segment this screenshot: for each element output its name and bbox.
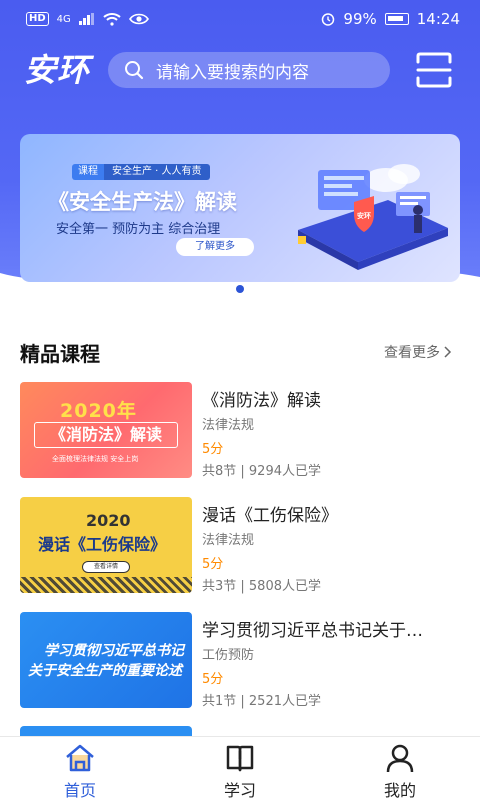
course-score: 5分	[202, 557, 224, 572]
thumb-line-1: 学习贯彻习近平总书记	[44, 643, 184, 659]
tab-study-label: 学习	[223, 781, 256, 800]
course-thumbnail-partial	[20, 726, 192, 736]
course-meta: 共3节 | 5808人已学	[202, 579, 321, 594]
tab-me-label: 我的	[383, 781, 416, 800]
user-icon	[386, 744, 414, 773]
thumb-year: 2020	[86, 511, 131, 530]
search-input[interactable]: 请输入要搜索的内容	[108, 52, 390, 88]
thumb-subtitle: 全面梳理法律法规 安全上岗	[52, 455, 139, 463]
search-icon	[125, 61, 144, 80]
course-thumbnail: 2020年 《消防法》解读 全面梳理法律法规 安全上岗	[20, 382, 192, 478]
thumb-stripes	[20, 577, 192, 593]
course-thumbnail: 学习贯彻习近平总书记 关于安全生产的重要论述	[20, 612, 192, 708]
battery-percent: 99%	[343, 10, 377, 28]
thumb-title: 漫话《工伤保险》	[38, 535, 167, 554]
banner-title: 《安全生产法》解读	[48, 190, 237, 214]
view-more-label: 查看更多	[384, 345, 440, 361]
signal-bars-icon	[78, 13, 94, 25]
course-item[interactable]: 2020 漫话《工伤保险》 查看详情 漫话《工伤保险》 法律法规 5分 共3节 …	[20, 497, 460, 594]
signal-indicator: 4G	[56, 13, 71, 25]
course-category: 法律法规	[202, 533, 255, 548]
banner-tag: 课程	[72, 164, 104, 180]
banner-shield-text: 安环	[357, 211, 371, 220]
course-item[interactable]: 学习贯彻习近平总书记 关于安全生产的重要论述 学习贯彻习近平总书记关于… 工伤预…	[20, 612, 460, 709]
scan-icon[interactable]	[414, 50, 454, 90]
tab-home[interactable]: 首页	[20, 737, 140, 800]
thumb-title: 《消防法》解读	[34, 422, 178, 448]
promo-banner[interactable]: 课程 安全生产 · 人人有责 《安全生产法》解读 安全第一 预防为主 综合治理 …	[20, 134, 460, 282]
course-score: 5分	[202, 442, 224, 457]
banner-tagline: 安全生产 · 人人有责	[104, 164, 210, 180]
course-title: 《消防法》解读	[202, 391, 321, 411]
course-meta: 共1节 | 2521人已学	[202, 694, 321, 709]
banner-subtitle: 安全第一 预防为主 综合治理	[56, 222, 221, 237]
banner-illustration: 安环	[298, 164, 448, 270]
course-category: 工伤预防	[202, 648, 255, 663]
course-meta: 共8节 | 9294人已学	[202, 464, 321, 479]
tab-me[interactable]: 我的	[340, 737, 460, 800]
top-nav: 安环 请输入要搜索的内容	[0, 48, 480, 92]
hd-indicator: HD	[26, 12, 49, 26]
thumb-year: 2020年	[60, 400, 137, 422]
banner-tag-row: 课程 安全生产 · 人人有责	[72, 164, 210, 180]
course-category: 法律法规	[202, 418, 255, 433]
search-placeholder: 请输入要搜索的内容	[156, 62, 309, 83]
section-title: 精品课程	[20, 342, 100, 366]
bottom-nav: 首页 学习 我的	[0, 736, 480, 800]
view-more-link[interactable]: 查看更多	[384, 342, 452, 362]
course-item[interactable]: 2020年 《消防法》解读 全面梳理法律法规 安全上岗 《消防法》解读 法律法规…	[20, 382, 460, 479]
home-icon	[66, 744, 94, 772]
book-icon	[226, 745, 254, 772]
learn-more-button[interactable]: 了解更多	[176, 238, 254, 256]
tab-study[interactable]: 学习	[180, 737, 300, 800]
course-title: 学习贯彻习近平总书记关于…	[202, 621, 423, 641]
course-thumbnail: 2020 漫话《工伤保险》 查看详情	[20, 497, 192, 593]
carousel-indicator	[236, 285, 244, 293]
thumb-button: 查看详情	[82, 561, 130, 573]
eye-icon	[128, 13, 149, 25]
alarm-icon	[322, 13, 335, 26]
wifi-icon	[103, 13, 121, 26]
tab-home-label: 首页	[63, 781, 96, 800]
clock: 14:24	[416, 10, 460, 28]
course-score: 5分	[202, 672, 224, 687]
battery-icon	[384, 13, 409, 25]
status-bar: HD 4G 99% 14:24	[0, 0, 480, 38]
app-logo: 安环	[24, 51, 91, 89]
course-title: 漫话《工伤保险》	[202, 506, 338, 526]
chevron-right-icon	[444, 346, 452, 358]
thumb-line-2: 关于安全生产的重要论述	[28, 663, 182, 679]
